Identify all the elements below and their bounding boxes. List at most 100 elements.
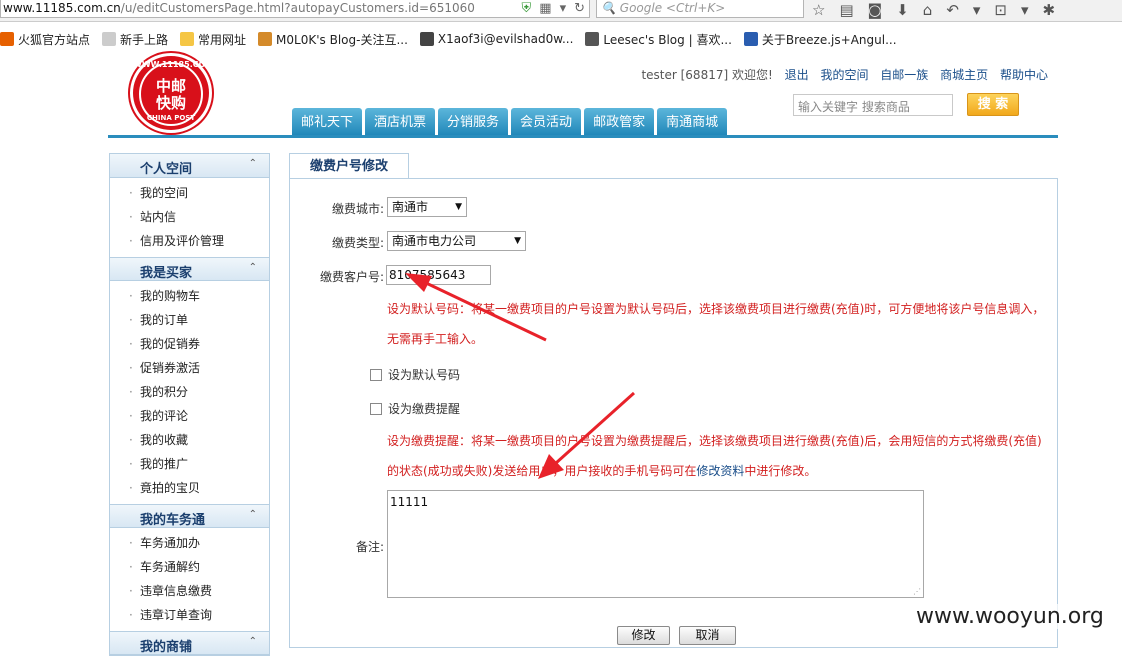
- sidebar-section-header[interactable]: 我的车务通 ⌃: [110, 504, 269, 528]
- nav-tab[interactable]: 邮礼天下: [292, 108, 363, 136]
- home-icon[interactable]: ⌂: [923, 1, 933, 19]
- sidebar-item[interactable]: 我的评论: [110, 404, 269, 428]
- sidebar-item[interactable]: 站内信: [110, 205, 269, 229]
- bookmark-label: 新手上路: [120, 32, 169, 47]
- chevron-down-icon[interactable]: ▾: [1021, 1, 1029, 19]
- browser-toolbar-icons: ☆ ▤ ◙ ⬇ ⌂ ↶ ▾ ⊡ ▾ ✱: [812, 0, 1055, 20]
- nav-divider: [108, 135, 1058, 138]
- chevron-down-icon[interactable]: ▾: [973, 1, 981, 19]
- bookmark-item[interactable]: M0L0K's Blog-关注互...: [258, 31, 408, 48]
- bookmark-label: X1aof3i@evilshad0w...: [437, 32, 574, 46]
- logo-subtitle: CHINA POST: [146, 114, 196, 122]
- tab-edit-account[interactable]: 缴费户号修改: [289, 153, 409, 179]
- my-space-link[interactable]: 我的空间: [820, 68, 868, 82]
- sidebar-item[interactable]: 促销券激活: [110, 356, 269, 380]
- logo-line2: 快购: [155, 94, 186, 112]
- city-select[interactable]: 南通市 ▼: [387, 197, 467, 217]
- site-search-input[interactable]: 输入关键字 搜索商品: [793, 94, 953, 116]
- sidebar-item[interactable]: 竟拍的宝贝: [110, 476, 269, 500]
- default-checkbox-row[interactable]: 设为默认号码: [370, 366, 460, 383]
- nav-tab[interactable]: 会员活动: [511, 108, 582, 136]
- bookmark-label: 火狐官方站点: [18, 32, 91, 47]
- nav-tab[interactable]: 南通商城: [657, 108, 728, 136]
- nav-tab[interactable]: 邮政管家: [584, 108, 655, 136]
- sidebar-section-header[interactable]: 我的商铺 ⌃: [110, 631, 269, 655]
- sidebar-section-header[interactable]: 我是买家 ⌃: [110, 257, 269, 281]
- address-bar[interactable]: www.11185.com.cn/u/editCustomersPage.htm…: [0, 0, 590, 18]
- default-checkbox-label: 设为默认号码: [388, 368, 461, 382]
- sidebar-section-header[interactable]: 个人空间 ⌃: [110, 154, 269, 178]
- account-input[interactable]: 8107585643: [386, 265, 491, 285]
- reminder-checkbox-row[interactable]: 设为缴费提醒: [370, 400, 460, 417]
- crop-icon[interactable]: ⊡: [994, 1, 1007, 19]
- reminder-hint: 设为缴费提醒：将某一缴费项目的户号设置为缴费提醒后，选择该缴费项目进行缴费(充值…: [387, 426, 1042, 486]
- sidebar-item[interactable]: 我的积分: [110, 380, 269, 404]
- sidebar-item[interactable]: 信用及评价管理: [110, 229, 269, 253]
- bookmark-item[interactable]: 关于Breeze.js+Angul...: [743, 31, 897, 48]
- sidebar-item[interactable]: 我的促销券: [110, 332, 269, 356]
- sidebar-item[interactable]: 我的订单: [110, 308, 269, 332]
- collapse-icon[interactable]: ⌃: [249, 262, 257, 273]
- site-search-button[interactable]: 搜 索: [967, 93, 1019, 116]
- sidebar-item[interactable]: 我的收藏: [110, 428, 269, 452]
- download-icon[interactable]: ⬇: [896, 1, 909, 19]
- page-icon: [419, 32, 434, 46]
- blog-icon: [585, 32, 600, 46]
- default-hint-line1: 设为默认号码：将某一缴费项目的户号设置为默认号码后，选择该缴费项目进行缴费(充值…: [387, 302, 1045, 316]
- sidebar-item[interactable]: 我的购物车: [110, 284, 269, 308]
- bookmark-item[interactable]: 火狐官方站点: [0, 31, 90, 48]
- url-path: /u/editCustomersPage.html?autopayCustome…: [120, 1, 475, 15]
- shield-icon[interactable]: ⛨: [522, 1, 532, 17]
- type-select[interactable]: 南通市电力公司 ▼: [387, 231, 526, 251]
- search-icon: 🔍: [601, 1, 616, 15]
- sidebar-item[interactable]: 车务通加办: [110, 531, 269, 555]
- logo-line1: 中邮: [155, 77, 186, 95]
- pocket-icon[interactable]: ◙: [868, 1, 883, 19]
- collapse-icon[interactable]: ⌃: [249, 636, 257, 647]
- default-checkbox[interactable]: [370, 368, 382, 381]
- collapse-icon[interactable]: ⌃: [249, 158, 257, 169]
- page-icon: [102, 32, 117, 46]
- logo-url-text: WWW.11185.COM.CN: [133, 60, 229, 69]
- back-history-icon[interactable]: ↶: [946, 1, 959, 19]
- dropdown-icon[interactable]: ▾: [560, 1, 567, 17]
- reload-icon[interactable]: ↻: [574, 1, 585, 17]
- edit-profile-link[interactable]: 修改资料: [696, 464, 744, 478]
- ziyou-link[interactable]: 自邮一族: [880, 68, 928, 82]
- resize-handle-icon[interactable]: ⋰: [913, 587, 921, 596]
- modify-button[interactable]: 修改: [617, 626, 670, 645]
- reminder-checkbox[interactable]: [370, 402, 382, 415]
- city-label: 缴费城市:: [331, 202, 384, 216]
- bookmark-item[interactable]: 新手上路: [102, 31, 168, 48]
- sidebar-item[interactable]: 车务通解约: [110, 555, 269, 579]
- address-bar-icons: ⛨ ▦ ▾ ↻: [522, 0, 586, 17]
- sidebar-item[interactable]: 违章订单查询: [110, 603, 269, 627]
- help-center-link[interactable]: 帮助中心: [1000, 68, 1048, 82]
- user-greeting: tester [68817] 欢迎您!: [641, 68, 773, 82]
- site-logo[interactable]: WWW.11185.COM.CN 中邮 快购 CHINA POST: [130, 53, 229, 133]
- sidebar-item[interactable]: 我的推广: [110, 452, 269, 476]
- mall-home-link[interactable]: 商城主页: [940, 68, 988, 82]
- reminder-checkbox-label: 设为缴费提醒: [388, 402, 461, 416]
- collapse-icon[interactable]: ⌃: [249, 509, 257, 520]
- cancel-button[interactable]: 取消: [679, 626, 736, 645]
- chevron-down-icon: ▼: [514, 236, 521, 246]
- extension-icon[interactable]: ✱: [1043, 1, 1056, 19]
- sidebar-item[interactable]: 我的空间: [110, 181, 269, 205]
- bookmark-item[interactable]: 常用网址: [180, 31, 246, 48]
- remark-textarea[interactable]: 11111 ⋰: [387, 490, 924, 598]
- sidebar: 个人空间 ⌃ 我的空间站内信信用及评价管理我是买家 ⌃ 我的购物车我的订单我的促销券促销…: [109, 153, 270, 656]
- user-links: tester [68817] 欢迎您! 退出 我的空间 自邮一族 商城主页 帮助…: [641, 66, 1048, 83]
- sidebar-list: 我的购物车我的订单我的促销券促销券激活我的积分我的评论我的收藏我的推广竟拍的宝贝: [110, 281, 269, 504]
- nav-tab[interactable]: 酒店机票: [365, 108, 436, 136]
- logo-title: 中邮 快购: [133, 78, 209, 112]
- logout-link[interactable]: 退出: [785, 68, 809, 82]
- nav-tab[interactable]: 分销服务: [438, 108, 509, 136]
- reading-list-icon[interactable]: ▤: [839, 1, 853, 19]
- star-icon[interactable]: ☆: [812, 1, 825, 19]
- bookmark-item[interactable]: X1aof3i@evilshad0w...: [419, 32, 574, 46]
- browser-search-input[interactable]: 🔍 Google <Ctrl+K>: [596, 0, 804, 18]
- qr-code-icon[interactable]: ▦: [539, 1, 551, 17]
- sidebar-item[interactable]: 违章信息缴费: [110, 579, 269, 603]
- bookmark-item[interactable]: Leesec's Blog | 喜欢...: [585, 31, 732, 48]
